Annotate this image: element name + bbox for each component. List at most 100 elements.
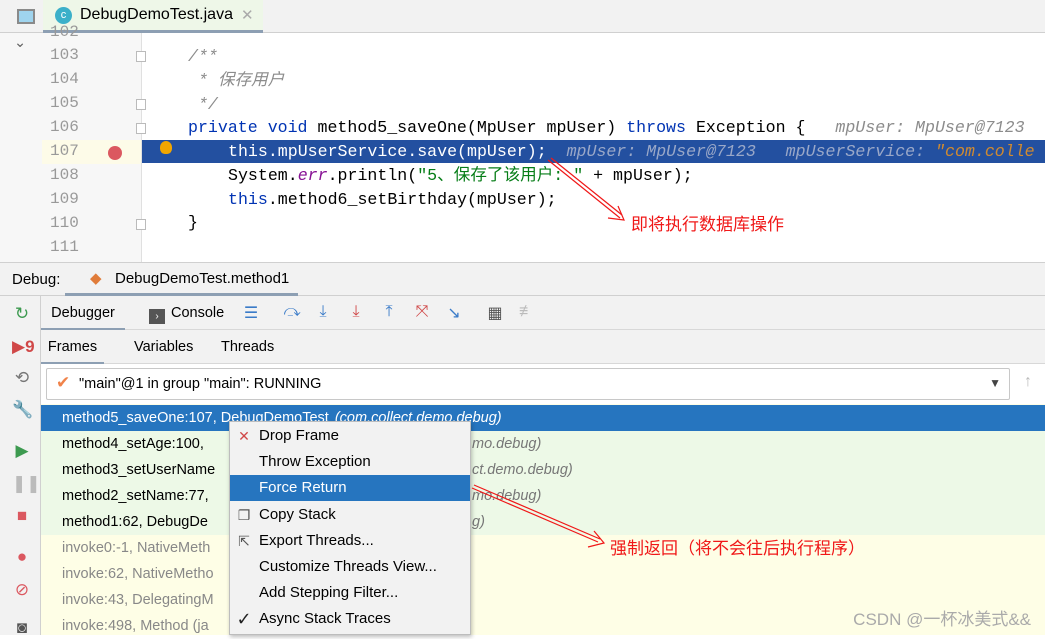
code-line-106: private void method5_saveOne(MpUser mpUs… xyxy=(188,118,1025,137)
arrow-up-icon[interactable]: ↑ xyxy=(1024,373,1032,391)
menu-item-label: Customize Threads View... xyxy=(259,558,437,575)
tab-console[interactable]: › Console xyxy=(149,296,224,330)
pause-icon[interactable]: ❚❚ xyxy=(12,474,41,494)
menu-item-label: Drop Frame xyxy=(259,427,340,444)
run-to-cursor-icon[interactable]: ↘ xyxy=(444,303,464,323)
restore-layout-icon[interactable]: ⟲ xyxy=(12,368,32,388)
code-line-107: this.mpUserService.save(mpUser); mpUser:… xyxy=(228,142,1035,161)
fold-icon[interactable] xyxy=(136,99,146,110)
code-line-104: * 保存用户 xyxy=(188,71,285,90)
code-line-110: } xyxy=(188,213,198,232)
resume-icon[interactable]: ▶ xyxy=(12,441,32,461)
frame-method: invoke0:-1, NativeMeth xyxy=(62,540,211,556)
code-line-108: System.err.println("5、保存了该用户: " + mpUser… xyxy=(228,166,693,185)
frame-method: method1:62, DebugDe xyxy=(62,514,208,530)
debug-header: Debug: ◆ DebugDemoTest.method1 ✕ xyxy=(0,262,1045,319)
menu-item-export-threads[interactable]: ⇱ Export Threads... xyxy=(230,528,470,554)
drop-frame-icon: ✕ xyxy=(238,428,250,444)
frame-row[interactable]: method4_setAge:100, mo.debug) xyxy=(41,431,1045,457)
drop-frame-icon[interactable]: ⤧ xyxy=(412,303,432,321)
debug-session-tab[interactable]: ◆ DebugDemoTest.method1 ✕ xyxy=(65,263,298,319)
frame-package: mo.debug) xyxy=(472,436,542,452)
export-icon: ⇱ xyxy=(238,532,250,549)
chevron-down-icon: ▼ xyxy=(989,376,1001,390)
tab-debugger[interactable]: Debugger xyxy=(41,296,125,330)
line-gutter: 102 103 104 105 106 107 108 109 110 111 xyxy=(42,23,146,262)
checkmark-icon: ✔ xyxy=(56,373,71,392)
settings-wrench-icon[interactable]: 🔧 xyxy=(12,400,33,420)
view-breakpoints-icon[interactable]: ● xyxy=(12,547,32,567)
trace-stream-icon[interactable]: ≢ xyxy=(517,303,537,321)
execution-line: this.mpUserService.save(mpUser); mpUser:… xyxy=(142,140,1045,163)
step-over-icon[interactable]: ⤼ xyxy=(282,303,302,321)
tab-frames[interactable]: Frames xyxy=(41,330,104,364)
line-number: 111 xyxy=(50,238,79,256)
line-number: 109 xyxy=(50,190,79,208)
menu-item-drop-frame[interactable]: ✕ Drop Frame xyxy=(230,423,470,449)
arrow-head xyxy=(607,205,625,221)
checkmark-icon: ✓ xyxy=(236,609,252,630)
frame-method: invoke:498, Method (ja xyxy=(62,618,209,634)
frame-row[interactable]: method1:62, DebugDe g) xyxy=(41,509,1045,535)
frame-method: invoke:43, DelegatingM xyxy=(62,592,214,608)
menu-item-add-stepping-filter[interactable]: Add Stepping Filter... xyxy=(230,580,470,606)
menu-item-label: Force Return xyxy=(259,479,347,497)
menu-item-async-stack-traces[interactable]: ✓ Async Stack Traces xyxy=(230,606,470,632)
frame-method: method2_setName:77, xyxy=(62,488,209,504)
frame-row[interactable]: method2_setName:77, mo.debug) xyxy=(41,483,1045,509)
fold-icon[interactable] xyxy=(136,219,146,230)
session-tab-label: DebugDemoTest.method1 xyxy=(115,270,290,287)
menu-item-label: Export Threads... xyxy=(259,531,374,549)
show-execution-point-icon[interactable]: ☰ xyxy=(241,303,261,323)
menu-item-label: Async Stack Traces xyxy=(259,610,391,628)
line-number: 107 xyxy=(50,142,79,160)
java-class-icon: c xyxy=(55,6,72,24)
thread-selector-value: "main"@1 in group "main": RUNNING xyxy=(79,376,322,392)
debug-run-icon: ◆ xyxy=(90,270,102,287)
breakpoint-icon[interactable] xyxy=(108,146,122,160)
force-step-into-icon[interactable]: ⤓ xyxy=(346,303,366,321)
structure-strip: ⌄ xyxy=(0,33,42,262)
fold-icon[interactable] xyxy=(136,123,146,134)
project-view-icon[interactable] xyxy=(17,9,35,24)
context-menu: ✕ Drop Frame Throw Exception Force Return ❐ C… xyxy=(229,421,471,635)
menu-item-label: Copy Stack xyxy=(259,505,336,523)
intention-bulb-icon[interactable] xyxy=(160,141,172,154)
frame-package: g) xyxy=(472,514,485,530)
tab-variables[interactable]: Variables xyxy=(134,330,193,364)
stop-icon[interactable]: ■ xyxy=(12,506,32,526)
code-line-109: this.method6_setBirthday(mpUser); xyxy=(228,190,557,209)
frame-row[interactable]: method5_saveOne:107, DebugDemoTest (com.c… xyxy=(41,405,1045,431)
line-number: 103 xyxy=(50,46,79,64)
annotation-force-return: 强制返回（将不会往后执行程序） xyxy=(610,539,865,558)
menu-item-throw-exception[interactable]: Throw Exception xyxy=(230,449,470,475)
frame-row[interactable]: method3_setUserName ct.demo.debug) xyxy=(41,457,1045,483)
frame-row[interactable]: invoke0:-1, NativeMeth xyxy=(41,535,1045,561)
debugger-toolbar: Debugger › Console ☰ ⤼ ⤓ ⤓ ⤒ ⤧ ↘ ▦ ≢ xyxy=(41,296,1045,330)
rerun-failed-icon[interactable]: ▶9 xyxy=(12,337,35,357)
rerun-icon[interactable]: ↻ xyxy=(12,304,32,324)
chevron-down-icon[interactable]: ⌄ xyxy=(14,35,26,51)
annotation-db-operation: 即将执行数据库操作 xyxy=(631,215,784,234)
code-line-105: */ xyxy=(188,95,218,114)
frame-row[interactable]: invoke:62, NativeMetho xyxy=(41,561,1045,587)
inline-value-hint: mpUser: MpUser@7123 xyxy=(835,118,1025,137)
fold-icon[interactable] xyxy=(136,51,146,62)
mute-breakpoints-icon[interactable]: ⊘ xyxy=(12,580,32,600)
evaluate-expression-icon[interactable]: ▦ xyxy=(485,303,505,323)
frame-package: mo.debug) xyxy=(472,488,542,504)
file-tab-label: DebugDemoTest.java xyxy=(80,6,233,23)
step-into-icon[interactable]: ⤓ xyxy=(313,303,333,321)
tab-threads[interactable]: Threads xyxy=(221,330,274,364)
camera-icon[interactable]: ◙ xyxy=(12,618,32,638)
menu-item-copy-stack[interactable]: ❐ Copy Stack xyxy=(230,502,470,528)
menu-item-customize-threads-view[interactable]: Customize Threads View... xyxy=(230,554,470,580)
console-icon: › xyxy=(149,309,165,324)
line-number: 106 xyxy=(50,118,79,136)
close-icon[interactable]: ✕ xyxy=(241,6,254,24)
thread-selector[interactable]: ✔ "main"@1 in group "main": RUNNING ▼ xyxy=(46,368,1010,400)
step-out-icon[interactable]: ⤒ xyxy=(379,303,399,321)
menu-item-force-return[interactable]: Force Return xyxy=(230,475,470,502)
frame-package: ct.demo.debug) xyxy=(472,462,573,478)
frames-list: method5_saveOne:107, DebugDemoTest (com.c… xyxy=(41,404,1045,635)
